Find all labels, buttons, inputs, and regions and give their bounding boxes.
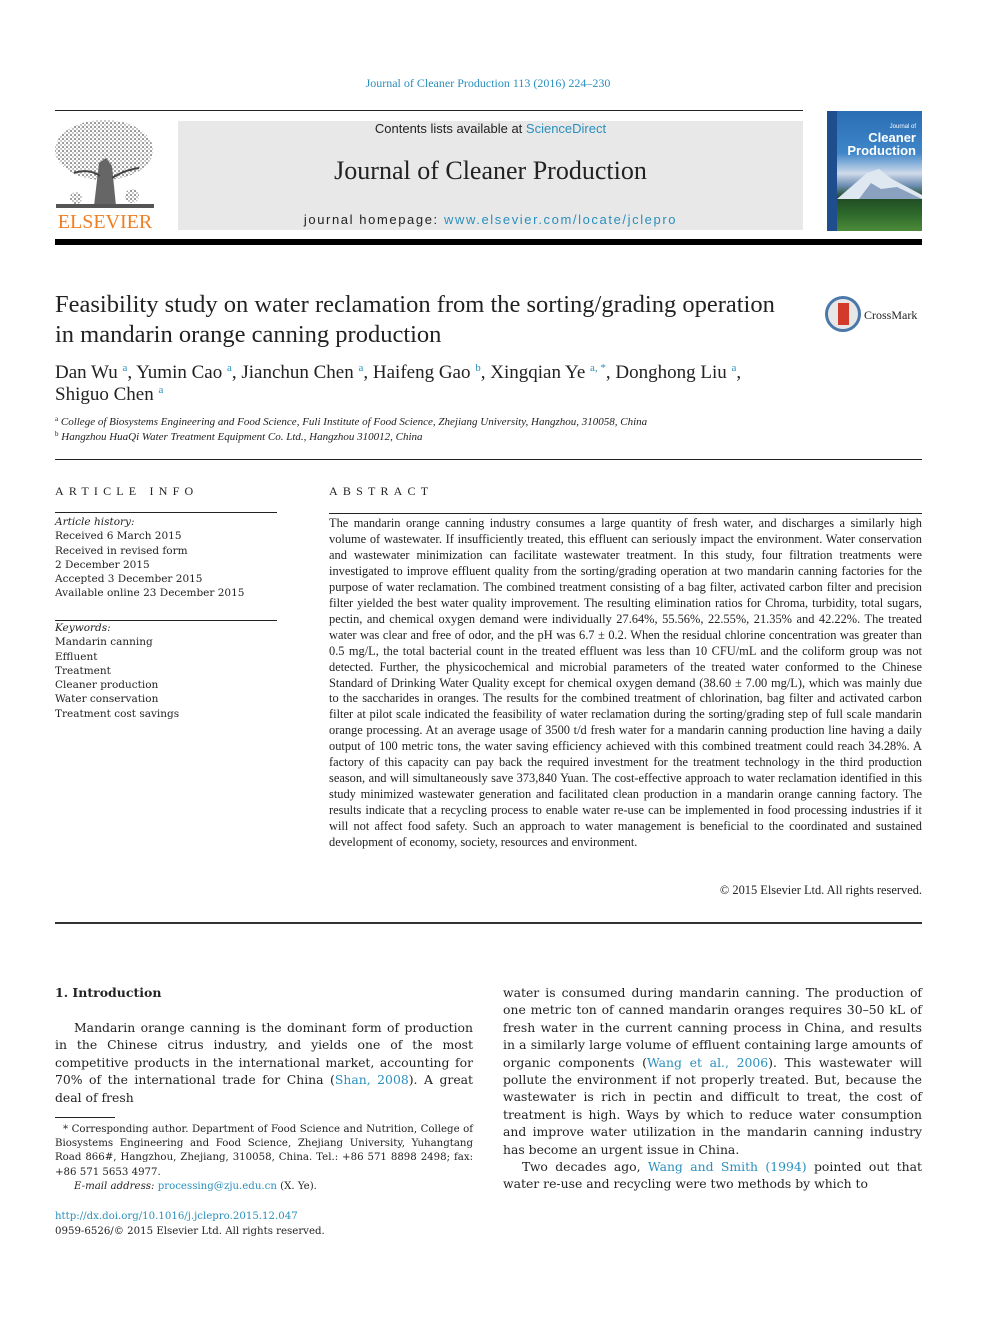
article-info-heading: ARTICLE INFO [55,484,199,498]
doi-link[interactable]: http://dx.doi.org/10.1016/j.jclepro.2015… [55,1211,298,1222]
author-name[interactable]: Xingqian Ye [490,362,585,383]
affiliation-mark: b [55,429,59,438]
email-label: E-mail address: [74,1180,158,1192]
journal-homepage-link[interactable]: www.elsevier.com/locate/jclepro [444,212,677,227]
history-item: Received in revised form [55,544,188,557]
author-separator: , [736,362,742,383]
issn-copyright: 0959-6526/© 2015 Elsevier Ltd. All right… [55,1226,325,1237]
paragraph-text: Two decades ago, [522,1159,648,1175]
intro-left-column: Mandarin orange canning is the dominant … [55,1019,473,1106]
crossmark-button[interactable]: CrossMark [825,296,925,336]
history-item: Received 6 March 2015 [55,530,182,543]
homepage-prefix: journal homepage: [303,212,444,227]
affiliation-link[interactable]: a [158,384,163,396]
journal-cover-image[interactable]: Journal of Cleaner Production [827,111,922,231]
intro-paragraph: Two decades ago, Wang and Smith (1994) p… [503,1158,922,1193]
affiliation-rule [55,459,922,460]
history-item: Available online 23 December 2015 [55,587,245,600]
affiliation: b Hangzhou HuaQi Water Treatment Equipme… [55,430,915,445]
author-list: Dan Wu a, Yumin Cao a, Jianchun Chen a, … [55,362,835,406]
footnotes: * Corresponding author. Department of Fo… [55,1123,473,1194]
author[interactable]: Shiguo Chen a [55,384,163,405]
crossmark-label: CrossMark [864,308,918,322]
header-thick-rule [55,239,922,245]
article-history: Article history: Received 6 March 2015 R… [55,515,277,601]
author-name[interactable]: Haifeng Gao [373,362,471,383]
keyword: Water conservation [55,693,159,706]
keyword: Mandarin canning [55,636,153,649]
email-note: E-mail address: processing@zju.edu.cn (X… [55,1180,473,1194]
author-separator: , [480,362,491,383]
cover-title: Journal of Cleaner Production [847,123,916,157]
author[interactable]: Dan Wu a, [55,362,136,383]
cover-spine [827,111,837,231]
affiliation-mark: a [55,415,59,423]
cover-title-line2: Production [847,143,916,158]
elsevier-wordmark: ELSEVIER [57,211,153,233]
footnote-rule [55,1117,115,1118]
author-name[interactable]: Dan Wu [55,362,118,383]
author-name[interactable]: Shiguo Chen [55,384,154,405]
author[interactable]: Jianchun Chen a, [241,362,373,383]
author-separator: , [231,362,242,383]
keywords-label: Keywords: [55,622,111,634]
affiliation-text: College of Biosystems Engineering and Fo… [60,416,648,428]
keyword: Treatment [55,664,111,677]
article-title: Feasibility study on water reclamation f… [55,291,775,348]
abstract-text: The mandarin orange canning industry con… [329,516,922,850]
article-info-rule [55,512,277,513]
affiliation-link[interactable]: a, * [590,362,606,374]
section-heading-introduction: 1. Introduction [55,985,162,1000]
author-name[interactable]: Donghong Liu [615,362,726,383]
email-link[interactable]: processing@zju.edu.cn [158,1181,277,1192]
history-label: Article history: [55,516,135,528]
reference-link[interactable]: Shan, 2008 [335,1072,409,1087]
history-item: Accepted 3 December 2015 [55,573,203,586]
intro-paragraph: Mandarin orange canning is the dominant … [55,1019,473,1106]
mountain-icon [837,169,922,199]
author-separator: , [127,362,137,383]
author-separator: , [605,362,616,383]
journal-name: Journal of Cleaner Production [334,156,647,185]
contents-prefix: Contents lists available at [374,121,526,136]
author-separator: , [363,362,373,383]
affiliations: a College of Biosystems Engineering and … [55,415,915,444]
homepage-line: journal homepage: www.elsevier.com/locat… [178,212,803,227]
intro-paragraph-continued: water is consumed during mandarin cannin… [503,984,922,1158]
keyword: Cleaner production [55,679,159,692]
keyword: Treatment cost savings [55,707,180,720]
intro-right-column: water is consumed during mandarin cannin… [503,984,922,1193]
author[interactable]: Xingqian Ye a, *, [490,362,615,383]
reference-link[interactable]: Wang and Smith (1994) [648,1159,807,1174]
author[interactable]: Yumin Cao a, [136,362,241,383]
reference-link[interactable]: Wang et al., 2006 [647,1055,768,1070]
abstract-copyright: © 2015 Elsevier Ltd. All rights reserved… [719,883,922,897]
elsevier-logo[interactable]: ELSEVIER [54,118,156,234]
front-matter-rule [55,922,922,924]
crossmark-icon [825,296,861,332]
affiliation-text: Hangzhou HuaQi Water Treatment Equipment… [61,430,423,443]
history-item: 2 December 2015 [55,558,150,571]
contents-line: Contents lists available at ScienceDirec… [178,121,803,136]
keywords: Keywords: Mandarin canning Effluent Trea… [55,621,277,721]
author[interactable]: Haifeng Gao b, [373,362,490,383]
journal-citation-link[interactable]: Journal of Cleaner Production 113 (2016)… [0,76,976,91]
author-name[interactable]: Yumin Cao [136,362,222,383]
email-suffix: (X. Ye). [276,1180,317,1192]
author[interactable]: Donghong Liu a, [615,362,741,383]
abstract-rule [329,513,922,514]
header-top-rule [55,110,803,111]
sciencedirect-link[interactable]: ScienceDirect [526,121,606,136]
affiliation: a College of Biosystems Engineering and … [55,415,915,430]
author-name[interactable]: Jianchun Chen [241,362,353,383]
elsevier-tree-icon [55,120,154,208]
keyword: Effluent [55,650,98,663]
abstract-heading: ABSTRACT [329,484,434,498]
corresponding-author-note: * Corresponding author. Department of Fo… [55,1124,473,1178]
